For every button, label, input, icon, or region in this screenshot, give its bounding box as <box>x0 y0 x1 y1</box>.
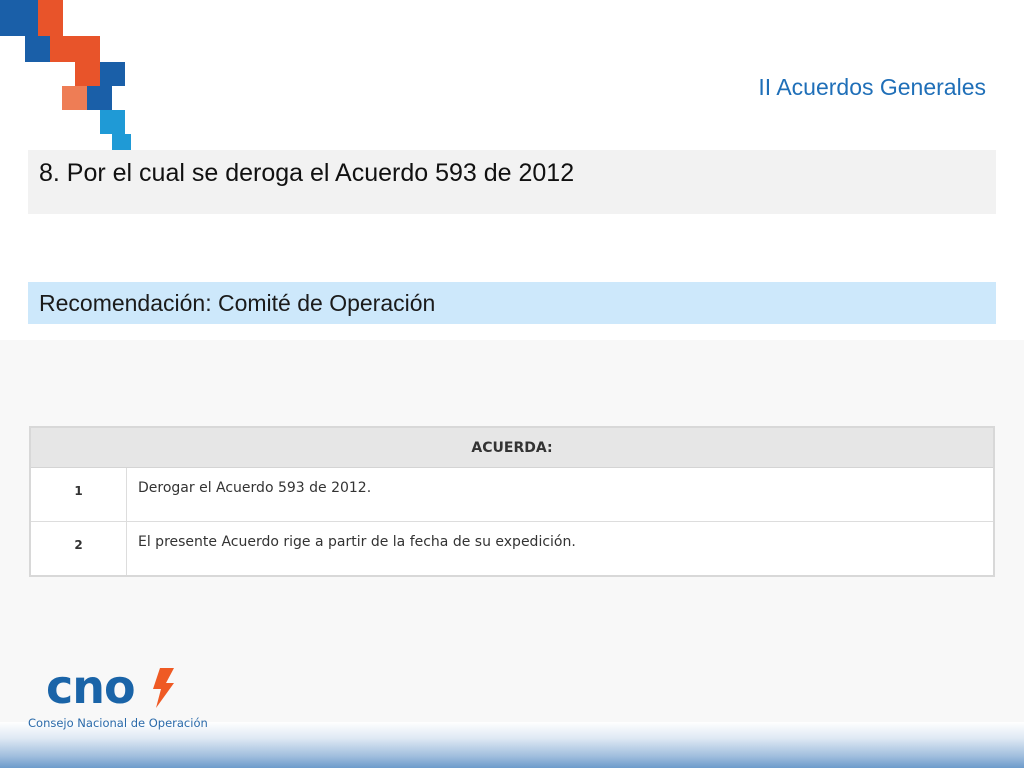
recommendation-banner: Recomendación: Comité de Operación <box>28 282 996 324</box>
table-row: 1 Derogar el Acuerdo 593 de 2012. <box>31 468 993 522</box>
table-header: ACUERDA: <box>31 428 993 468</box>
lightning-bolt-icon <box>153 668 174 708</box>
cno-logo: cno Consejo Nacional de Operación <box>28 660 218 730</box>
row-number: 1 <box>31 468 127 521</box>
table-row: 2 El presente Acuerdo rige a partir de l… <box>31 522 993 575</box>
row-text: Derogar el Acuerdo 593 de 2012. <box>138 480 372 496</box>
logo-subtitle: Consejo Nacional de Operación <box>28 716 208 730</box>
row-text: El presente Acuerdo rige a partir de la … <box>138 534 576 550</box>
section-title: II Acuerdos Generales <box>758 74 986 100</box>
decorative-squares-graphic <box>0 0 131 152</box>
logo-wordmark: cno <box>46 660 136 714</box>
acuerda-table: ACUERDA: 1 Derogar el Acuerdo 593 de 201… <box>29 426 995 577</box>
row-number: 2 <box>31 522 127 575</box>
agreement-title: 8. Por el cual se deroga el Acuerdo 593 … <box>28 150 996 214</box>
